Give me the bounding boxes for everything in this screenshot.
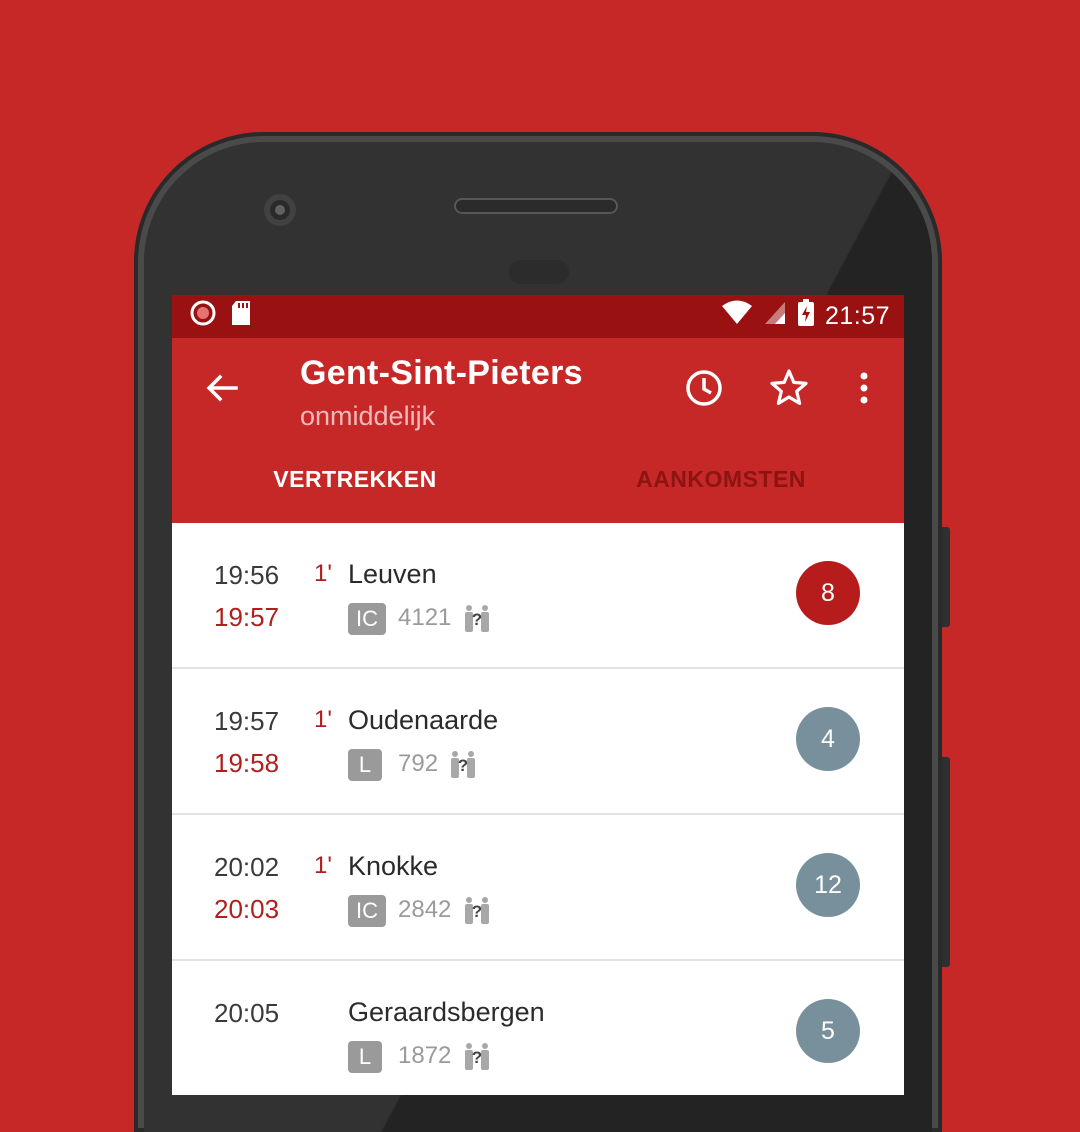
tab-arrivals[interactable]: AANKOMSTEN — [538, 435, 904, 523]
occupancy-unknown-icon: ? — [462, 603, 492, 633]
train-number: 4121 — [398, 604, 452, 631]
departures-list: 19:56 19:57 1' Leuven IC 4121 ? 8 19:57 … — [172, 523, 904, 1095]
scheduled-time: 20:05 — [214, 998, 280, 1028]
delay: 1' — [314, 560, 332, 587]
svg-text:?: ? — [472, 1048, 482, 1067]
actual-time: 19:57 — [214, 602, 280, 632]
list-item[interactable]: 20:02 20:03 1' Knokke IC 2842 ? 12 — [172, 815, 904, 961]
occupancy-unknown-icon: ? — [448, 749, 478, 779]
actual-time: 19:58 — [214, 748, 280, 778]
destination: Geraardsbergen — [348, 997, 545, 1027]
title-group: Gent-Sint-Pieters onmiddelijk — [300, 354, 583, 432]
cell-signal-icon — [763, 300, 787, 333]
list-item[interactable]: 19:56 19:57 1' Leuven IC 4121 ? 8 — [172, 523, 904, 669]
destination: Leuven — [348, 559, 437, 589]
actual-time: 20:03 — [214, 894, 280, 924]
train-type-badge: L — [348, 749, 382, 781]
more-vert-icon[interactable] — [842, 366, 886, 410]
delay: 1' — [314, 852, 332, 879]
earpiece-speaker — [454, 198, 618, 214]
train-number: 1872 — [398, 1042, 452, 1069]
back-arrow-icon[interactable] — [202, 368, 242, 408]
svg-text:?: ? — [472, 902, 482, 921]
train-number: 792 — [398, 750, 439, 777]
svg-text:?: ? — [472, 610, 482, 629]
status-time: 21:57 — [824, 302, 890, 330]
svg-text:?: ? — [458, 756, 468, 775]
tab-departures[interactable]: VERTREKKEN — [172, 435, 538, 523]
train-number: 2842 — [398, 896, 452, 923]
platform-badge: 4 — [796, 707, 860, 771]
app-screen: 21:57 Gent-Sint-Pieters onmiddelijk VERT… — [172, 295, 904, 1095]
occupancy-unknown-icon: ? — [462, 895, 492, 925]
proximity-sensor — [509, 260, 569, 284]
volume-button — [942, 527, 950, 627]
platform-badge: 12 — [796, 853, 860, 917]
station-title: Gent-Sint-Pieters — [300, 354, 583, 392]
wifi-icon — [721, 300, 753, 333]
train-type-badge: IC — [348, 895, 386, 927]
occupancy-unknown-icon: ? — [462, 1041, 492, 1071]
destination: Oudenaarde — [348, 705, 499, 735]
scheduled-time: 19:57 — [214, 706, 280, 736]
front-camera — [264, 194, 296, 226]
train-type-badge: IC — [348, 603, 386, 635]
battery-charging-icon — [797, 299, 815, 334]
list-item[interactable]: 20:05 Geraardsbergen L 1872 ? 5 — [172, 961, 904, 1095]
scheduled-time: 19:56 — [214, 560, 280, 590]
delay: 1' — [314, 706, 332, 733]
app-bar: Gent-Sint-Pieters onmiddelijk VERTREKKEN… — [172, 338, 904, 523]
sd-card-icon — [230, 300, 252, 333]
platform-badge: 5 — [796, 999, 860, 1063]
destination: Knokke — [348, 851, 439, 881]
platform-badge: 8 — [796, 561, 860, 625]
train-type-badge: L — [348, 1041, 382, 1073]
status-bar: 21:57 — [172, 295, 904, 338]
power-button — [942, 757, 950, 967]
record-icon — [190, 300, 216, 333]
scheduled-time: 20:02 — [214, 852, 280, 882]
tab-bar: VERTREKKEN AANKOMSTEN — [172, 435, 904, 523]
star-icon[interactable] — [767, 366, 811, 410]
list-item[interactable]: 19:57 19:58 1' Oudenaarde L 792 ? 4 — [172, 669, 904, 815]
clock-icon[interactable] — [682, 366, 726, 410]
time-subtitle: onmiddelijk — [300, 401, 436, 431]
